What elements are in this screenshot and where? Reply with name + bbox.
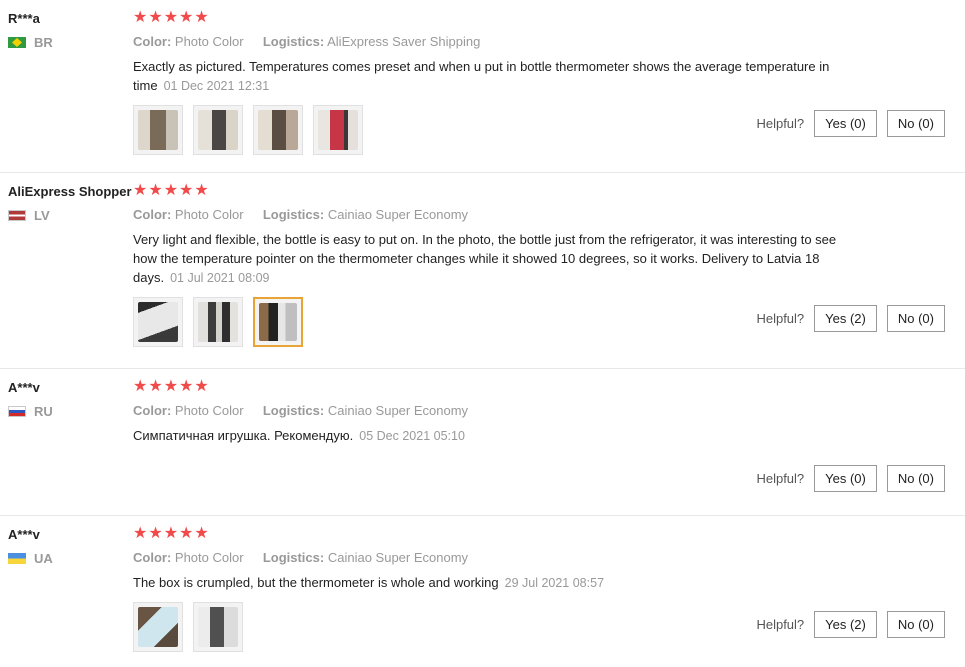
- review-text-block: Симпатичная игрушка. Рекомендую. 05 Dec 2…: [133, 426, 853, 446]
- review-text-block: Exactly as pictured. Temperatures comes …: [133, 57, 853, 96]
- star-rating: ★★★★★: [133, 525, 210, 542]
- color-label: Color:: [133, 34, 172, 49]
- review-meta: Color: Photo Color Logistics: Cainiao Su…: [133, 403, 945, 418]
- color-value: Photo Color: [174, 403, 244, 418]
- flag-lv-icon: [8, 210, 26, 221]
- review-photo-thumbnail[interactable]: [193, 602, 243, 652]
- review-item: R***a BR ★★★★★ Color: Photo Color Logist…: [0, 0, 965, 173]
- helpful-yes-button[interactable]: Yes (2): [814, 611, 877, 638]
- review-photo-thumbnail[interactable]: [133, 602, 183, 652]
- helpful-yes-button[interactable]: Yes (0): [814, 110, 877, 137]
- logistics-value: AliExpress Saver Shipping: [327, 34, 481, 49]
- logistics-label: Logistics:: [262, 550, 325, 565]
- helpful-label: Helpful?: [756, 471, 805, 486]
- logistics-value: Cainiao Super Economy: [327, 403, 469, 418]
- review-text-block: Very light and flexible, the bottle is e…: [133, 230, 853, 288]
- reviewer-info: A***v RU: [8, 380, 53, 419]
- country-code: LV: [34, 208, 50, 223]
- helpful-label: Helpful?: [756, 116, 805, 131]
- review-photo-thumbnail[interactable]: [133, 105, 183, 155]
- color-label: Color:: [133, 550, 172, 565]
- logistics-value: Cainiao Super Economy: [327, 550, 469, 565]
- helpful-label: Helpful?: [756, 311, 805, 326]
- review-photo-thumbnail[interactable]: [193, 105, 243, 155]
- reviewer-country: BR: [8, 35, 53, 50]
- star-rating: ★★★★★: [133, 378, 210, 395]
- helpful-label: Helpful?: [756, 617, 805, 632]
- review-item: A***v UA ★★★★★ Color: Photo Color Logist…: [0, 516, 965, 667]
- review-text-block: The box is crumpled, but the thermometer…: [133, 573, 853, 593]
- review-photo-thumbnail[interactable]: [313, 105, 363, 155]
- logistics-value: Cainiao Super Economy: [327, 207, 469, 222]
- reviewer-name: A***v: [8, 527, 40, 542]
- reviewer-info: AliExpress Shopper LV: [8, 184, 132, 223]
- flag-br-icon: [8, 37, 26, 48]
- reviewer-name: AliExpress Shopper: [8, 184, 132, 199]
- logistics-label: Logistics:: [262, 34, 325, 49]
- review-meta: Color: Photo Color Logistics: Cainiao Su…: [133, 207, 945, 222]
- reviewer-name: A***v: [8, 380, 40, 395]
- helpful-no-button[interactable]: No (0): [886, 305, 945, 332]
- helpful-voting: Helpful? Yes (0) No (0): [756, 465, 945, 492]
- review-item: AliExpress Shopper LV ★★★★★ Color: Photo…: [0, 173, 965, 369]
- helpful-yes-button[interactable]: Yes (2): [814, 305, 877, 332]
- helpful-no-button[interactable]: No (0): [886, 611, 945, 638]
- logistics-label: Logistics:: [262, 403, 325, 418]
- review-photo-thumbnail[interactable]: [253, 105, 303, 155]
- reviewer-name: R***a: [8, 11, 40, 26]
- color-value: Photo Color: [174, 550, 244, 565]
- helpful-yes-button[interactable]: Yes (0): [814, 465, 877, 492]
- country-code: UA: [34, 551, 53, 566]
- reviewer-info: A***v UA: [8, 527, 53, 566]
- country-code: BR: [34, 35, 53, 50]
- reviewer-info: R***a BR: [8, 11, 53, 50]
- review-photo-thumbnail-selected[interactable]: [253, 297, 303, 347]
- star-rating: ★★★★★: [133, 182, 210, 199]
- flag-ua-icon: [8, 553, 26, 564]
- review-photo-thumbnail[interactable]: [133, 297, 183, 347]
- color-value: Photo Color: [174, 207, 244, 222]
- helpful-voting: Helpful? Yes (0) No (0): [756, 110, 945, 137]
- review-date: 29 Jul 2021 08:57: [504, 576, 605, 590]
- helpful-no-button[interactable]: No (0): [886, 110, 945, 137]
- color-label: Color:: [133, 207, 172, 222]
- color-value: Photo Color: [174, 34, 244, 49]
- helpful-no-button[interactable]: No (0): [886, 465, 945, 492]
- review-text: The box is crumpled, but the thermometer…: [133, 575, 499, 590]
- review-text: Симпатичная игрушка. Рекомендую.: [133, 428, 354, 443]
- country-code: RU: [34, 404, 53, 419]
- flag-ru-icon: [8, 406, 26, 417]
- review-date: 01 Jul 2021 08:09: [170, 271, 270, 285]
- reviewer-country: RU: [8, 404, 53, 419]
- logistics-label: Logistics:: [262, 207, 325, 222]
- review-content: ★★★★★ Color: Photo Color Logistics: Cain…: [133, 379, 945, 446]
- helpful-voting: Helpful? Yes (2) No (0): [756, 611, 945, 638]
- review-meta: Color: Photo Color Logistics: Cainiao Su…: [133, 550, 945, 565]
- review-date: 01 Dec 2021 12:31: [163, 79, 270, 93]
- star-rating: ★★★★★: [133, 9, 210, 26]
- reviewer-country: LV: [8, 208, 132, 223]
- review-photo-thumbnail[interactable]: [193, 297, 243, 347]
- color-label: Color:: [133, 403, 172, 418]
- review-date: 05 Dec 2021 05:10: [359, 429, 465, 443]
- review-item: A***v RU ★★★★★ Color: Photo Color Logist…: [0, 369, 965, 516]
- review-meta: Color: Photo Color Logistics: AliExpress…: [133, 34, 945, 49]
- helpful-voting: Helpful? Yes (2) No (0): [756, 305, 945, 332]
- reviewer-country: UA: [8, 551, 53, 566]
